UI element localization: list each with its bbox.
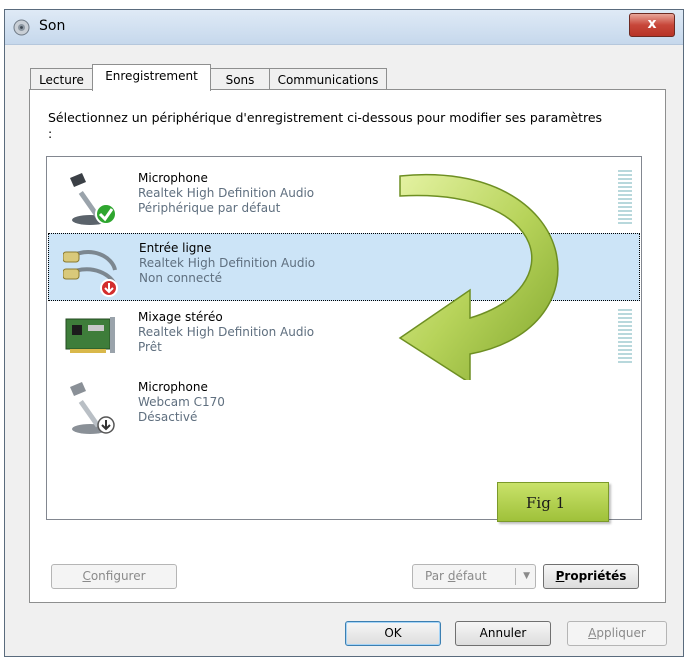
button-label: onfigurer xyxy=(90,569,146,583)
tab-enregistrement[interactable]: Enregistrement xyxy=(92,64,211,91)
window-title: Son xyxy=(39,18,66,34)
tab-label: Enregistrement xyxy=(105,69,198,83)
sound-card-icon xyxy=(65,317,115,353)
device-text: Entrée ligne Realtek High Definition Aud… xyxy=(139,241,315,286)
device-status: Désactivé xyxy=(138,410,198,424)
button-label: ropriétés xyxy=(564,569,627,583)
tab-lecture[interactable]: Lecture xyxy=(30,68,93,90)
set-default-button[interactable]: Par défaut ▼ xyxy=(412,564,536,589)
button-label: OK xyxy=(384,626,402,640)
close-button[interactable]: x xyxy=(629,13,675,37)
line-in-cable-icon xyxy=(63,250,118,297)
button-label: Annuler xyxy=(479,626,527,640)
device-status: Prêt xyxy=(138,340,162,354)
tab-label: Sons xyxy=(225,73,255,87)
tab-label: Communications xyxy=(277,73,379,87)
default-check-icon xyxy=(95,203,117,225)
figure-annotation: Fig 1 xyxy=(497,482,609,522)
properties-button[interactable]: Propriétés xyxy=(543,564,639,589)
button-label: ppliquer xyxy=(596,626,646,640)
device-driver: Realtek High Definition Audio xyxy=(138,325,315,339)
device-text: Microphone Webcam C170 Désactivé xyxy=(138,380,225,425)
device-name: Mixage stéréo xyxy=(138,310,223,324)
button-label-after: éfaut xyxy=(455,569,487,583)
speaker-icon xyxy=(13,19,30,36)
device-text: Microphone Realtek High Definition Audio… xyxy=(138,171,314,216)
cancel-button[interactable]: Annuler xyxy=(455,621,551,646)
device-name: Microphone xyxy=(138,380,208,394)
mnemonic: C xyxy=(82,569,91,583)
device-text: Mixage stéréo Realtek High Definition Au… xyxy=(138,310,314,355)
chevron-down-icon[interactable]: ▼ xyxy=(523,565,530,588)
device-driver: Realtek High Definition Audio xyxy=(138,186,315,200)
level-meter xyxy=(618,309,632,363)
device-name: Entrée ligne xyxy=(139,241,212,255)
tab-label: Lecture xyxy=(39,73,84,87)
instructions-text: Sélectionnez un périphérique d'enregistr… xyxy=(48,110,603,141)
device-status: Non connecté xyxy=(139,271,222,285)
level-meter xyxy=(618,170,632,224)
curved-arrow-icon xyxy=(398,173,559,380)
tab-communications[interactable]: Communications xyxy=(269,68,387,90)
ok-button[interactable]: OK xyxy=(345,621,441,646)
device-driver: Realtek High Definition Audio xyxy=(139,256,316,270)
microphone-icon xyxy=(70,173,117,225)
configure-button[interactable]: Configurer xyxy=(51,564,177,589)
device-driver: Webcam C170 xyxy=(138,395,225,409)
device-status: Périphérique par défaut xyxy=(138,201,281,215)
apply-button[interactable]: Appliquer xyxy=(567,621,667,646)
tab-sons[interactable]: Sons xyxy=(210,68,270,90)
microphone-icon xyxy=(70,382,115,434)
button-label-before: Par xyxy=(425,569,448,583)
title-bar[interactable]: Son x xyxy=(5,10,683,45)
device-item-microphone-webcam[interactable]: Microphone Webcam C170 Désactivé xyxy=(48,373,640,441)
close-icon: x xyxy=(647,16,657,32)
device-name: Microphone xyxy=(138,171,208,185)
sound-dialog: Son x Lecture Enregistrement Sons Commun… xyxy=(4,9,684,657)
split-divider xyxy=(515,568,516,585)
